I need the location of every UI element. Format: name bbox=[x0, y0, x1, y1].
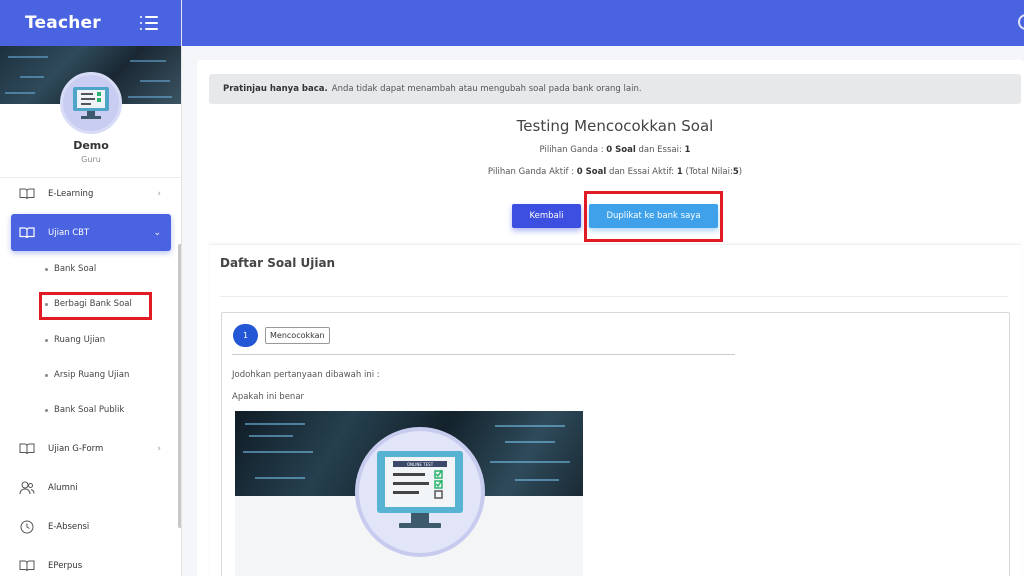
back-button[interactable]: Kembali bbox=[512, 204, 581, 228]
stat-value: 0 Soal bbox=[606, 145, 636, 155]
sidebar-item-label: Ujian CBT bbox=[48, 227, 90, 238]
stat-label: dan Essai Aktif: bbox=[608, 167, 675, 177]
computer-test-icon: ONLINE TEST bbox=[377, 451, 463, 528]
sidebar-item-label: Alumni bbox=[48, 483, 78, 493]
bullet-icon bbox=[45, 338, 48, 342]
computer-test-icon bbox=[73, 87, 109, 119]
sidebar-subitem-arsip-ruang-ujian[interactable]: Arsip Ruang Ujian bbox=[45, 370, 130, 380]
bullet-icon bbox=[45, 373, 48, 377]
sidebar-subitem-label: Arsip Ruang Ujian bbox=[54, 370, 130, 380]
clock-icon bbox=[19, 520, 35, 534]
stat-label: (Total Nilai: bbox=[685, 167, 733, 177]
bullet-icon bbox=[45, 267, 48, 271]
divider bbox=[232, 354, 735, 355]
book-icon bbox=[19, 442, 35, 456]
book-icon bbox=[19, 187, 35, 201]
brand-bar: Teacher bbox=[0, 0, 181, 46]
stat-value: 1 bbox=[676, 167, 683, 177]
sidebar: Teacher Demo Guru E-Learning › Ujian CBT… bbox=[0, 0, 182, 576]
highlight-berbagi-bank-soal bbox=[39, 292, 152, 320]
brand-title[interactable]: Teacher bbox=[25, 13, 101, 33]
chevron-right-icon: › bbox=[157, 189, 161, 199]
stat-label: ) bbox=[738, 167, 743, 177]
online-test-illustration: ONLINE TEST bbox=[355, 427, 485, 557]
read-only-notice: Pratinjau hanya baca. Anda tidak dapat m… bbox=[209, 74, 1021, 104]
sidebar-item-eperpus[interactable]: EPerpus bbox=[11, 548, 171, 576]
avatar[interactable] bbox=[60, 72, 122, 134]
question-list-title: Daftar Soal Ujian bbox=[220, 256, 336, 270]
chevron-down-icon: ⌄ bbox=[153, 227, 161, 238]
sidebar-subitem-ruang-ujian[interactable]: Ruang Ujian bbox=[45, 335, 106, 345]
sidebar-subitem-label: Bank Soal bbox=[54, 264, 97, 274]
question-type-badge: Mencocokkan bbox=[265, 327, 330, 344]
bullet-icon bbox=[45, 408, 48, 412]
sidebar-item-label: EPerpus bbox=[48, 561, 83, 571]
stat-label: Pilihan Ganda : bbox=[539, 145, 604, 155]
image-caption: ONLINE TEST bbox=[407, 462, 434, 467]
stat-label: Pilihan Ganda Aktif : bbox=[487, 167, 575, 177]
sidebar-item-e-learning[interactable]: E-Learning › bbox=[11, 176, 171, 212]
stat-value: 0 Soal bbox=[576, 167, 607, 177]
question-count-line: Pilihan Ganda : 0 Soal dan Essai: 1 bbox=[209, 145, 1021, 155]
sidebar-subitem-label: Bank Soal Publik bbox=[54, 405, 125, 415]
page-title: Testing Mencocokkan Soal bbox=[516, 117, 714, 135]
divider bbox=[220, 296, 1008, 297]
sidebar-item-e-absensi[interactable]: E-Absensi bbox=[11, 509, 171, 545]
sidebar-scrollbar[interactable] bbox=[178, 244, 181, 528]
book-open-icon bbox=[19, 226, 35, 240]
question-number-badge: 1 bbox=[233, 324, 258, 347]
user-name: Demo bbox=[73, 139, 109, 152]
stat-value: 1 bbox=[684, 145, 691, 155]
menu-toggle-icon[interactable] bbox=[140, 16, 158, 30]
book-icon bbox=[19, 559, 35, 573]
user-role: Guru bbox=[81, 155, 101, 164]
sidebar-subitem-bank-soal-publik[interactable]: Bank Soal Publik bbox=[45, 405, 125, 415]
sidebar-item-label: E-Absensi bbox=[48, 522, 90, 532]
top-navbar bbox=[182, 0, 1024, 46]
sidebar-item-label: Ujian G-Form bbox=[48, 444, 104, 454]
users-icon bbox=[19, 481, 35, 495]
highlight-duplicate-button bbox=[584, 191, 723, 242]
sidebar-subitem-label: Ruang Ujian bbox=[54, 335, 106, 345]
sidebar-item-alumni[interactable]: Alumni bbox=[11, 470, 171, 506]
notice-text: Anda tidak dapat menambah atau mengubah … bbox=[331, 84, 642, 94]
active-count-line: Pilihan Ganda Aktif : 0 Soal dan Essai A… bbox=[209, 167, 1021, 177]
chevron-right-icon: › bbox=[157, 444, 161, 454]
sidebar-item-ujian-g-form[interactable]: Ujian G-Form › bbox=[11, 431, 171, 467]
notice-bold: Pratinjau hanya baca. bbox=[223, 84, 328, 94]
stat-label: dan Essai: bbox=[638, 145, 682, 155]
question-instruction: Jodohkan pertanyaan dibawah ini : bbox=[232, 370, 380, 380]
gear-icon[interactable] bbox=[1018, 14, 1024, 30]
sidebar-item-label: E-Learning bbox=[48, 189, 94, 199]
sidebar-subitem-bank-soal[interactable]: Bank Soal bbox=[45, 264, 97, 274]
question-image: ONLINE TEST bbox=[235, 411, 583, 576]
question-text: Apakah ini benar bbox=[232, 392, 305, 402]
sidebar-item-ujian-cbt[interactable]: Ujian CBT ⌄ bbox=[11, 214, 171, 251]
